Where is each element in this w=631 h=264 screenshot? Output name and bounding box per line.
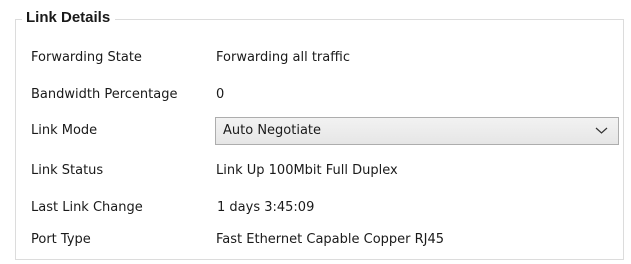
forwarding-state-value: Forwarding all traffic — [216, 50, 350, 65]
link-mode-selected-value: Auto Negotiate — [223, 123, 322, 138]
link-status-value: Link Up 100Mbit Full Duplex — [216, 163, 398, 178]
group-title: Link Details — [22, 8, 116, 28]
bandwidth-percentage-label: Bandwidth Percentage — [31, 87, 178, 102]
forwarding-state-label: Forwarding State — [31, 50, 142, 65]
port-type-value: Fast Ethernet Capable Copper RJ45 — [216, 232, 445, 247]
chevron-down-icon — [595, 127, 608, 134]
last-link-change-value: 1 days 3:45:09 — [217, 200, 315, 215]
bandwidth-percentage-value: 0 — [216, 87, 225, 102]
port-type-label: Port Type — [31, 232, 91, 247]
link-status-label: Link Status — [31, 163, 104, 178]
link-mode-select[interactable]: Auto Negotiate — [215, 117, 619, 145]
link-mode-label: Link Mode — [31, 123, 98, 138]
last-link-change-label: Last Link Change — [31, 200, 143, 215]
